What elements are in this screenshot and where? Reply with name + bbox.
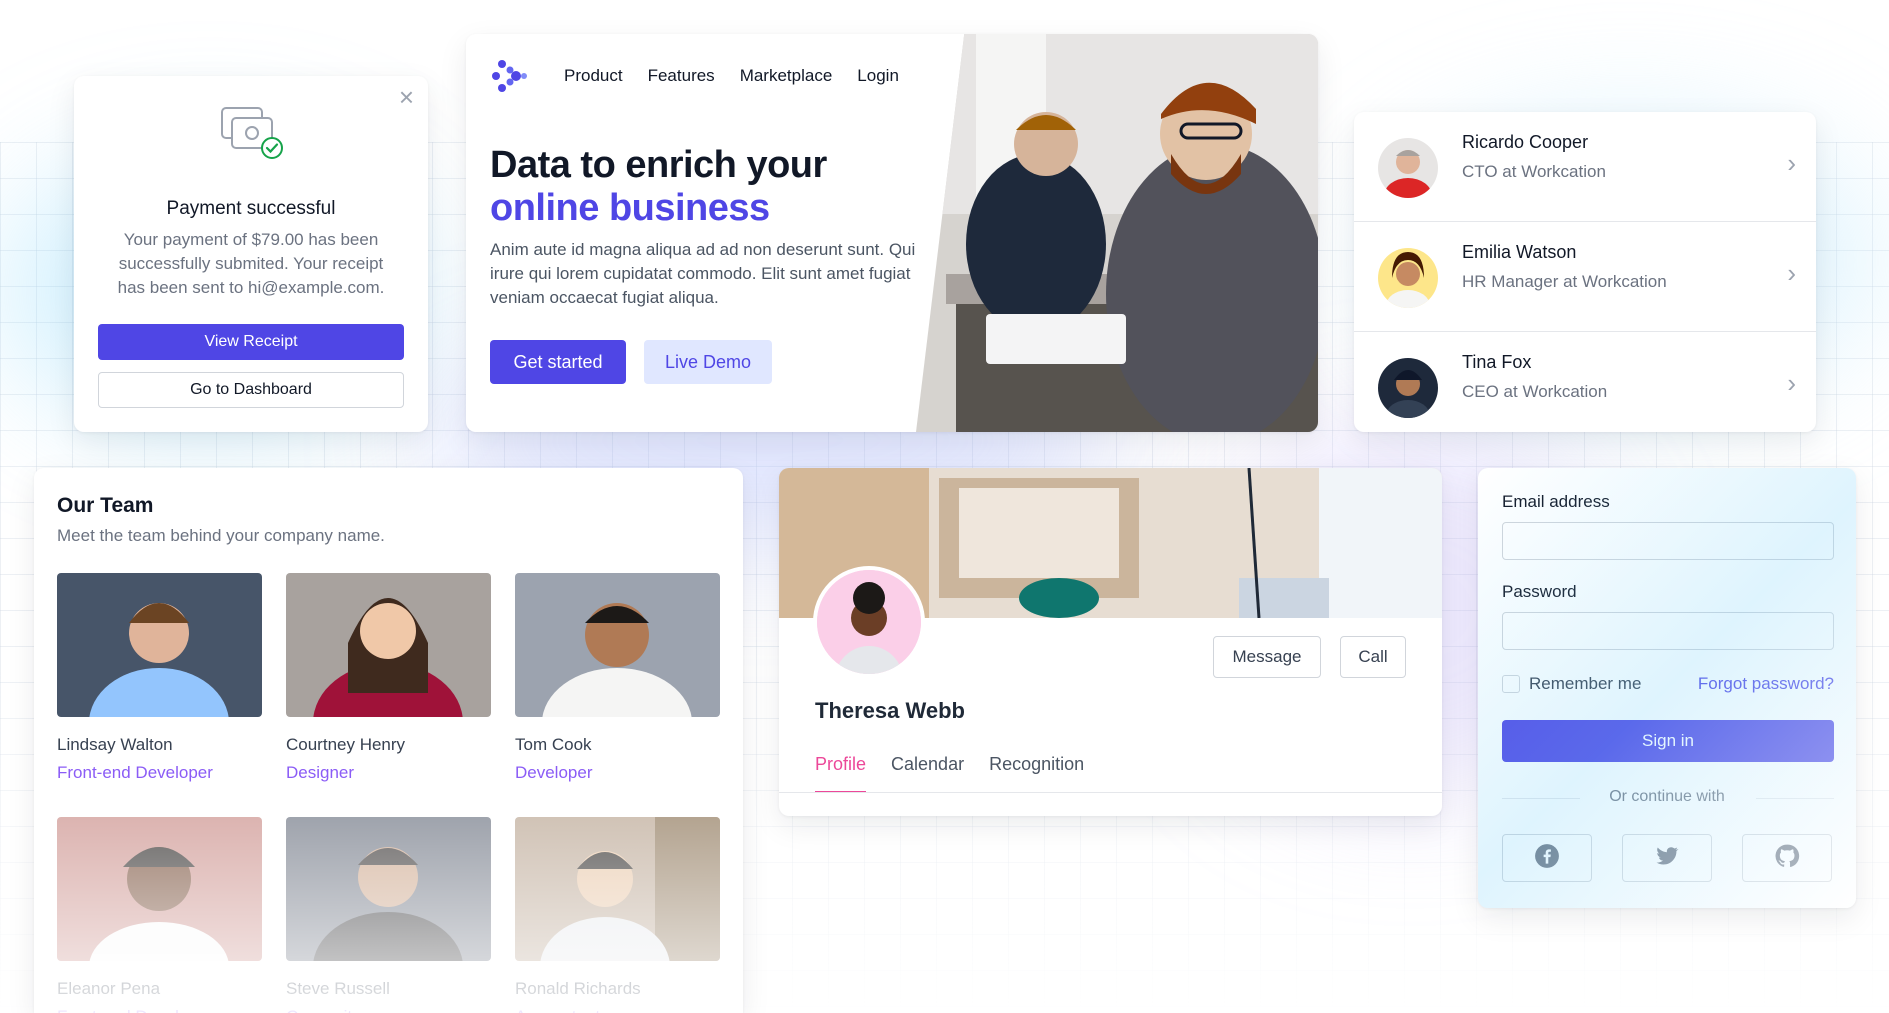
team-member[interactable]: Eleanor Pena Front-end Developer — [57, 817, 262, 1013]
payment-success-card: × Payment successful Your payment of $79… — [74, 76, 428, 432]
member-role: Designer — [286, 763, 355, 782]
member-name: Courtney Henry — [286, 735, 406, 754]
hero-description: Anim aute id magna aliqua ad ad non dese… — [490, 240, 916, 307]
avatar — [813, 566, 925, 678]
twitter-button[interactable] — [1622, 834, 1712, 882]
list-item[interactable]: Tina Fox CEO at Workcation › — [1354, 332, 1816, 432]
team-subtitle: Meet the team behind your company name. — [57, 526, 385, 545]
member-photo — [57, 817, 262, 961]
message-button[interactable]: Message — [1213, 636, 1321, 678]
tab-calendar[interactable]: Calendar — [891, 754, 964, 793]
member-photo — [57, 573, 262, 717]
password-field[interactable] — [1502, 612, 1834, 650]
hero-photo — [916, 34, 1318, 432]
member-photo — [286, 573, 491, 717]
hero-headline-line2: online business — [490, 187, 770, 229]
hero-headline-line1: Data to enrich your — [490, 144, 827, 186]
team-title: Our Team — [57, 494, 154, 517]
github-icon — [1774, 843, 1800, 874]
member-role: Accountant — [515, 1007, 720, 1013]
live-demo-button[interactable]: Live Demo — [644, 340, 772, 384]
get-started-button[interactable]: Get started — [490, 340, 626, 384]
facebook-icon — [1534, 843, 1560, 874]
member-photo — [515, 817, 720, 961]
nav-features[interactable]: Features — [648, 66, 715, 86]
payment-message: Your payment of $79.00 has been successf… — [117, 230, 385, 297]
team-card: Our Team Meet the team behind your compa… — [34, 468, 743, 1013]
team-member[interactable]: Steve Russell Copywriter — [286, 817, 491, 1013]
divider — [779, 792, 1442, 793]
sign-in-button[interactable]: Sign in — [1502, 720, 1834, 762]
person-name: Tina Fox — [1462, 352, 1532, 372]
nav-login[interactable]: Login — [857, 66, 899, 86]
divider-label: Or continue with — [1478, 788, 1856, 806]
payment-title: Payment successful — [166, 198, 336, 219]
forgot-password-link[interactable]: Forgot password? — [1698, 674, 1834, 694]
team-member[interactable]: Courtney Henry Designer — [286, 573, 491, 783]
person-role: CTO at Workcation — [1462, 162, 1606, 181]
payment-success-icon — [220, 104, 284, 160]
password-label: Password — [1502, 582, 1577, 601]
remember-me-label: Remember me — [1529, 674, 1642, 693]
tab-recognition[interactable]: Recognition — [989, 754, 1084, 793]
person-role: HR Manager at Workcation — [1462, 272, 1667, 291]
chevron-right-icon: › — [1787, 258, 1796, 288]
chevron-right-icon: › — [1787, 368, 1796, 398]
member-name: Eleanor Pena — [57, 979, 161, 998]
member-name: Lindsay Walton — [57, 735, 173, 754]
email-label: Email address — [1502, 492, 1610, 511]
member-name: Tom Cook — [515, 735, 592, 754]
member-name: Ronald Richards — [515, 979, 641, 998]
person-name: Ricardo Cooper — [1462, 132, 1589, 152]
profile-name: Theresa Webb — [815, 698, 965, 723]
person-role: CEO at Workcation — [1462, 382, 1608, 401]
hero-card: Product Features Marketplace Login Data … — [466, 34, 1318, 432]
chevron-right-icon: › — [1787, 148, 1796, 178]
sign-in-card: Email address Password Remember me Forgo… — [1478, 468, 1856, 908]
team-member[interactable]: Tom Cook Developer — [515, 573, 720, 783]
hero-headline: Data to enrich your online business — [490, 144, 910, 230]
close-icon[interactable]: × — [399, 84, 414, 110]
avatar — [1378, 358, 1438, 418]
twitter-icon — [1654, 843, 1680, 874]
main-nav: Product Features Marketplace Login — [564, 66, 899, 86]
go-to-dashboard-button[interactable]: Go to Dashboard — [98, 372, 404, 408]
member-photo — [515, 573, 720, 717]
profile-card: Message Call Theresa Webb Profile Calend… — [779, 468, 1442, 816]
brand-logo[interactable] — [490, 56, 530, 96]
member-role: Developer — [515, 763, 593, 782]
member-role: Front-end Developer — [57, 1007, 262, 1013]
member-name: Steve Russell — [286, 979, 390, 998]
nav-product[interactable]: Product — [564, 66, 623, 86]
avatar — [1378, 138, 1438, 198]
member-photo — [286, 817, 491, 961]
member-role: Front-end Developer — [57, 763, 213, 782]
facebook-button[interactable] — [1502, 834, 1592, 882]
avatar — [1378, 248, 1438, 308]
email-field[interactable] — [1502, 522, 1834, 560]
list-item[interactable]: Emilia Watson HR Manager at Workcation › — [1354, 222, 1816, 332]
person-name: Emilia Watson — [1462, 242, 1577, 262]
call-button[interactable]: Call — [1340, 636, 1406, 678]
member-role: Copywriter — [286, 1007, 491, 1013]
people-list-card: Ricardo Cooper CTO at Workcation › Emili… — [1354, 112, 1816, 432]
tab-profile[interactable]: Profile — [815, 754, 867, 793]
team-member[interactable]: Lindsay Walton Front-end Developer — [57, 573, 262, 783]
view-receipt-button[interactable]: View Receipt — [98, 324, 404, 360]
github-button[interactable] — [1742, 834, 1832, 882]
remember-me-checkbox[interactable] — [1502, 675, 1520, 693]
team-member[interactable]: Ronald Richards Accountant — [515, 817, 720, 1013]
list-item[interactable]: Ricardo Cooper CTO at Workcation › — [1354, 112, 1816, 222]
nav-marketplace[interactable]: Marketplace — [740, 66, 833, 86]
profile-tabs: Profile Calendar Recognition — [815, 754, 1084, 793]
